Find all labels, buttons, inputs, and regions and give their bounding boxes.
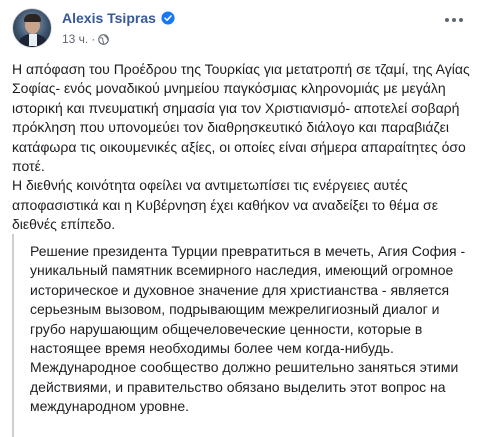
verified-badge-icon [161,11,175,25]
post-text: Η απόφαση του Προέδρου της Τουρκίας για … [12,60,472,235]
avatar-hair [24,14,41,22]
meta-separator: · [91,32,96,46]
more-dot [459,18,463,22]
avatar-shirt [29,34,37,46]
globe-icon[interactable] [98,33,110,45]
post-paragraph: Η απόφαση του Προέδρου της Τουρκίας για … [12,61,470,175]
more-dot [445,18,449,22]
post-meta: 13 ч. · [62,32,110,46]
post-paragraph: Η διεθνής κοινότητα οφείλει να αντιμετωπ… [12,177,438,233]
author-row: Alexis Tsipras [62,10,175,26]
author-name-link[interactable]: Alexis Tsipras [62,10,156,26]
post-timestamp[interactable]: 13 ч. [62,32,88,46]
translation-paragraph: Международное сообщество должно решитель… [30,359,459,415]
more-dot [452,18,456,22]
avatar[interactable] [12,8,52,48]
translation-block: Решение президента Турции превратиться в… [12,234,468,437]
translation-paragraph: Решение президента Турции превратиться в… [30,243,466,357]
more-options-icon[interactable] [442,12,466,28]
post-header: Alexis Tsipras 13 ч. · [12,8,466,56]
